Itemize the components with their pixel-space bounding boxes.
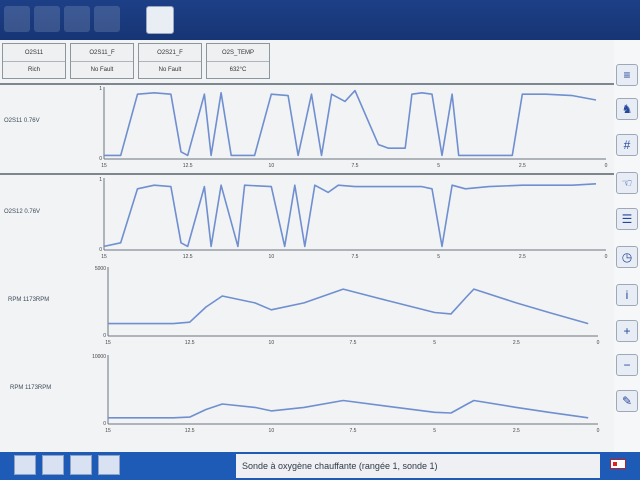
x-tick-label: 10 <box>269 340 275 346</box>
scan-tool-icon[interactable] <box>146 6 174 34</box>
y-tick-label: 0 <box>99 156 102 162</box>
main-panel: O2S11 Rich O2S11_F No Fault O2S21_F No F… <box>0 40 615 452</box>
top-toolbar <box>0 0 640 40</box>
series-line <box>103 183 597 248</box>
toolbar-button-3[interactable] <box>64 6 90 32</box>
x-tick-label: 2.5 <box>519 163 526 169</box>
status-bar: Sonde à oxygène chauffante (rangée 1, so… <box>236 454 600 478</box>
x-tick-label: 15 <box>105 428 111 434</box>
bottom-button-1[interactable] <box>14 455 36 475</box>
clock-icon[interactable]: ◷ <box>616 246 638 268</box>
x-tick-label: 15 <box>105 340 111 346</box>
x-tick-label: 0 <box>605 163 608 169</box>
x-tick-label: 15 <box>101 254 107 260</box>
x-tick-label: 2.5 <box>513 340 520 346</box>
info-icon[interactable]: i <box>616 284 638 306</box>
battery-icon <box>610 459 626 469</box>
series-line <box>108 399 589 419</box>
zoom-out-icon[interactable]: − <box>616 354 638 376</box>
edit-icon[interactable]: ✎ <box>616 390 638 412</box>
bottom-button-3[interactable] <box>70 455 92 475</box>
hand-icon[interactable]: ☜ <box>616 172 638 194</box>
x-tick-label: 5 <box>437 163 440 169</box>
y-tick-label: 0 <box>103 421 106 427</box>
x-tick-label: 2.5 <box>513 428 520 434</box>
bottom-button-4[interactable] <box>98 455 120 475</box>
y-tick-label: 1 <box>99 177 102 183</box>
x-tick-label: 10 <box>269 254 275 260</box>
toolbar-button-2[interactable] <box>34 6 60 32</box>
series-line <box>104 89 597 157</box>
x-tick-label: 0 <box>597 428 600 434</box>
x-tick-label: 10 <box>269 163 275 169</box>
x-tick-label: 0 <box>597 340 600 346</box>
toolbar-button-1[interactable] <box>4 6 30 32</box>
x-tick-label: 7.5 <box>350 428 357 434</box>
x-tick-label: 5 <box>433 428 436 434</box>
bottom-button-2[interactable] <box>42 455 64 475</box>
y-tick-label: 10000 <box>92 354 106 360</box>
y-tick-label: 0 <box>103 333 106 339</box>
y-tick-label: 0 <box>99 247 102 253</box>
x-tick-label: 7.5 <box>352 163 359 169</box>
x-tick-label: 5 <box>437 254 440 260</box>
y-tick-label: 5000 <box>95 266 106 272</box>
charts-canvas: 1015 12.5 10 7.5 5 2.5 01015 12.5 10 7.5 5 2.5 05000… <box>92 86 608 434</box>
x-tick-label: 15 <box>101 163 107 169</box>
x-tick-label: 12.5 <box>183 254 193 260</box>
toolbar-button-4[interactable] <box>94 6 120 32</box>
grid-icon[interactable]: # <box>616 134 638 156</box>
list-icon[interactable]: ≡ <box>616 64 638 86</box>
series-line <box>108 288 589 325</box>
x-tick-label: 7.5 <box>350 340 357 346</box>
x-tick-label: 12.5 <box>185 428 195 434</box>
x-tick-label: 12.5 <box>183 163 193 169</box>
x-tick-label: 7.5 <box>352 254 359 260</box>
bird-icon[interactable]: ♞ <box>616 98 638 120</box>
right-sidebar: ≡ ♞ # ☜ ☰ ◷ i + − ✎ <box>614 40 640 452</box>
x-tick-label: 0 <box>605 254 608 260</box>
y-tick-label: 1 <box>99 86 102 92</box>
keyboard-icon[interactable]: ☰ <box>616 208 638 230</box>
zoom-in-icon[interactable]: + <box>616 320 638 342</box>
x-tick-label: 10 <box>269 428 275 434</box>
x-tick-label: 2.5 <box>519 254 526 260</box>
x-tick-label: 12.5 <box>185 340 195 346</box>
x-tick-label: 5 <box>433 340 436 346</box>
